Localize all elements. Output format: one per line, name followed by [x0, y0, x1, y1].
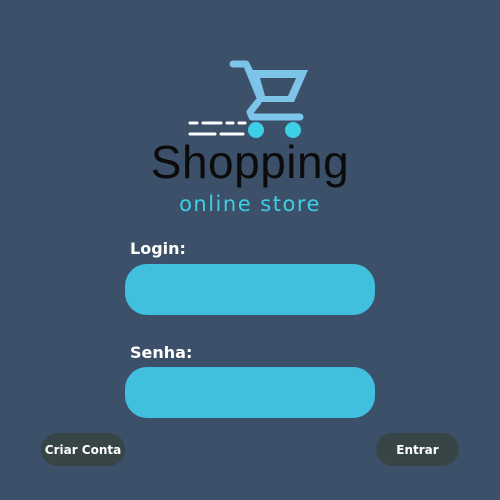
senha-label: Senha: [130, 343, 193, 362]
enter-button[interactable]: Entrar [376, 433, 459, 466]
brand-title: Shopping [150, 136, 350, 188]
login-screen: Shopping online store Login: Senha: Cria… [0, 0, 500, 500]
login-label: Login: [130, 239, 186, 258]
login-input[interactable] [125, 264, 375, 315]
senha-input[interactable] [125, 367, 375, 418]
create-account-button[interactable]: Criar Conta [41, 433, 125, 466]
brand-subtitle: online store [179, 192, 321, 216]
speed-lines-icon [188, 121, 247, 136]
